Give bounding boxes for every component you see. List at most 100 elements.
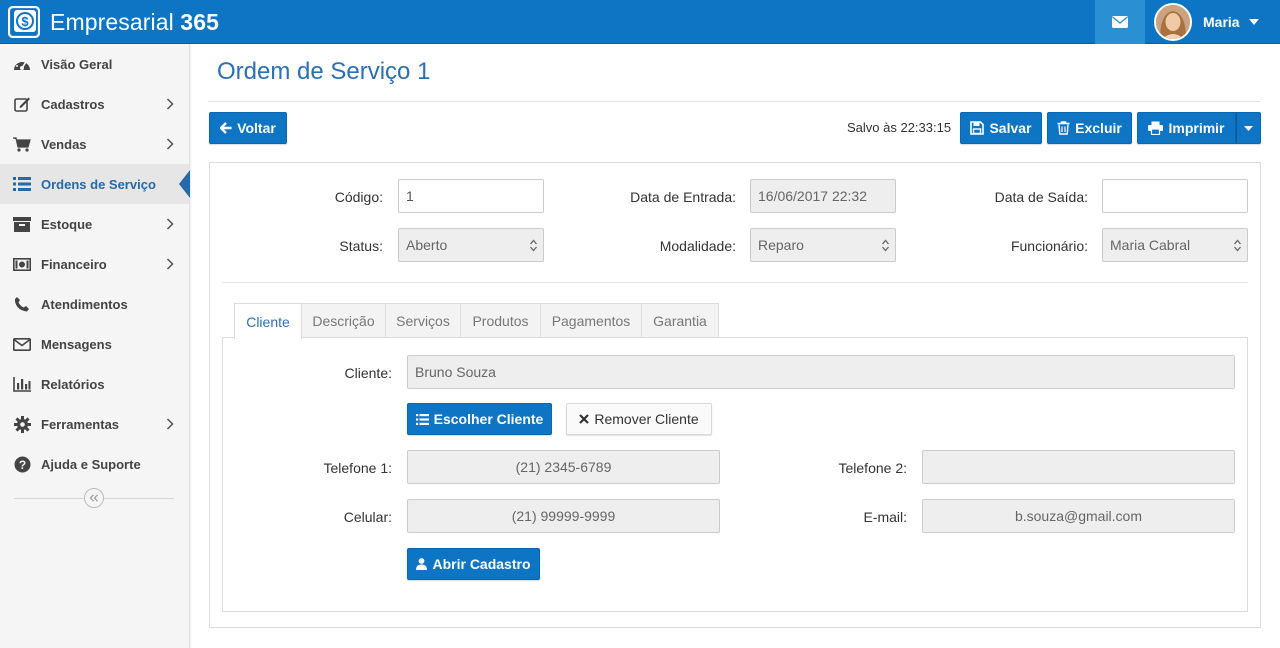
delete-button-label: Excluir [1075, 120, 1122, 136]
form-divider [222, 282, 1248, 283]
sidebar-item-label: Visão Geral [41, 56, 113, 72]
back-button[interactable]: Voltar [209, 112, 287, 144]
codigo-field[interactable]: 1 [398, 179, 544, 213]
telefone2-field[interactable] [922, 450, 1235, 484]
email-label: E-mail: [863, 509, 907, 525]
sidebar: Visão Geral Cadastros Vendas Ordens de S… [0, 44, 190, 648]
data-saida-field[interactable] [1102, 179, 1248, 213]
data-entrada-label: Data de Entrada: [630, 189, 736, 205]
trash-icon [1057, 121, 1070, 135]
list-icon [12, 174, 32, 194]
select-arrows-icon [882, 239, 889, 252]
sidebar-item-ordens-de-servico[interactable]: Ordens de Serviço [0, 164, 190, 204]
chevron-right-icon [166, 98, 174, 110]
print-button[interactable]: Imprimir [1137, 112, 1236, 144]
cart-icon [12, 134, 32, 154]
print-options-dropdown[interactable] [1236, 112, 1261, 144]
tab-pagamentos[interactable]: Pagamentos [540, 303, 642, 338]
modalidade-value: Reparo [758, 237, 804, 253]
tab-produtos[interactable]: Produtos [460, 303, 541, 338]
chevron-right-icon [166, 138, 174, 150]
sidebar-item-ferramentas[interactable]: Ferramentas [0, 404, 189, 444]
status-value: Aberto [406, 237, 448, 253]
cliente-field[interactable]: Bruno Souza [407, 355, 1235, 389]
sidebar-item-cadastros[interactable]: Cadastros [0, 84, 189, 124]
sidebar-item-visao-geral[interactable]: Visão Geral [0, 44, 189, 84]
sidebar-item-label: Mensagens [41, 336, 112, 352]
status-select[interactable]: Aberto [398, 228, 544, 262]
open-record-button[interactable]: Abrir Cadastro [407, 548, 540, 580]
gear-icon [12, 414, 32, 434]
archive-icon [12, 214, 32, 234]
celular-label: Celular: [343, 509, 392, 525]
codigo-label: Código: [334, 189, 383, 205]
telefone1-field[interactable]: (21) 2345-6789 [407, 450, 720, 484]
bar-chart-icon [12, 374, 32, 394]
sidebar-item-vendas[interactable]: Vendas [0, 124, 189, 164]
email-field[interactable]: b.souza@gmail.com [922, 499, 1235, 533]
chevron-right-icon [166, 418, 174, 430]
avatar [1154, 3, 1192, 41]
title-divider [208, 101, 1260, 102]
sidebar-item-ajuda-e-suporte[interactable]: ? Ajuda e Suporte [0, 444, 189, 484]
save-button-label: Salvar [989, 120, 1032, 136]
money-icon [12, 254, 32, 274]
page-title: Ordem de Serviço 1 [217, 58, 431, 85]
messages-button[interactable] [1095, 0, 1145, 44]
tab-garantia[interactable]: Garantia [641, 303, 719, 338]
sidebar-collapse-button[interactable] [84, 488, 104, 508]
funcionario-select[interactable]: Maria Cabral [1102, 228, 1248, 262]
codigo-value: 1 [406, 188, 414, 204]
remove-client-button[interactable]: Remover Cliente [566, 403, 712, 435]
back-button-label: Voltar [237, 120, 276, 136]
brand-name: Empresarial 365 [50, 8, 219, 35]
delete-button[interactable]: Excluir [1047, 112, 1132, 144]
funcionario-label: Funcionário: [1010, 238, 1088, 254]
question-icon: ? [12, 454, 32, 474]
chevron-right-icon [166, 258, 174, 270]
tab-label: Produtos [472, 313, 529, 329]
sidebar-item-mensagens[interactable]: Mensagens [0, 324, 189, 364]
top-bar: $ Empresarial 365 Maria [0, 0, 1280, 44]
tab-servicos[interactable]: Serviços [385, 303, 461, 338]
sidebar-item-estoque[interactable]: Estoque [0, 204, 189, 244]
save-button[interactable]: Salvar [960, 112, 1042, 144]
saved-status: Salvo às 22:33:15 [847, 120, 952, 135]
tab-descricao[interactable]: Descrição [301, 303, 386, 338]
phone-icon [12, 294, 32, 314]
data-entrada-value: 16/06/2017 22:32 [758, 188, 867, 204]
celular-field[interactable]: (21) 99999-9999 [407, 499, 720, 533]
close-icon [579, 414, 590, 424]
arrow-left-icon [220, 122, 232, 134]
celular-value: (21) 99999-9999 [511, 508, 616, 524]
sidebar-item-label: Estoque [41, 216, 93, 232]
sidebar-item-label: Ordens de Serviço [41, 176, 156, 192]
choose-client-button[interactable]: Escolher Cliente [407, 403, 552, 435]
select-arrows-icon [1234, 239, 1241, 252]
data-entrada-field[interactable]: 16/06/2017 22:32 [750, 179, 896, 213]
svg-text:?: ? [18, 458, 25, 472]
user-menu-button[interactable]: Maria [1146, 0, 1280, 44]
remove-client-label: Remover Cliente [594, 411, 699, 427]
data-saida-label: Data de Saída: [994, 189, 1088, 205]
printer-icon [1148, 121, 1164, 135]
tab-cliente[interactable]: Cliente [234, 303, 302, 339]
sidebar-item-label: Atendimentos [41, 296, 128, 312]
sidebar-item-atendimentos[interactable]: Atendimentos [0, 284, 189, 324]
tab-label: Garantia [653, 313, 707, 329]
tab-label: Cliente [246, 313, 290, 330]
caret-down-icon [1248, 19, 1259, 25]
status-label: Status: [339, 238, 383, 254]
floppy-disk-icon [970, 121, 985, 135]
telefone1-label: Telefone 1: [323, 460, 393, 476]
funcionario-value: Maria Cabral [1110, 237, 1191, 253]
brand[interactable]: $ Empresarial 365 [7, 5, 219, 39]
modalidade-select[interactable]: Reparo [750, 228, 896, 262]
sidebar-item-financeiro[interactable]: Financeiro [0, 244, 189, 284]
caret-down-icon [1244, 125, 1253, 131]
telefone1-value: (21) 2345-6789 [515, 459, 612, 475]
tab-label: Pagamentos [551, 313, 631, 329]
list-icon [415, 413, 429, 425]
sidebar-item-relatorios[interactable]: Relatórios [0, 364, 189, 404]
envelope-icon [12, 334, 32, 354]
